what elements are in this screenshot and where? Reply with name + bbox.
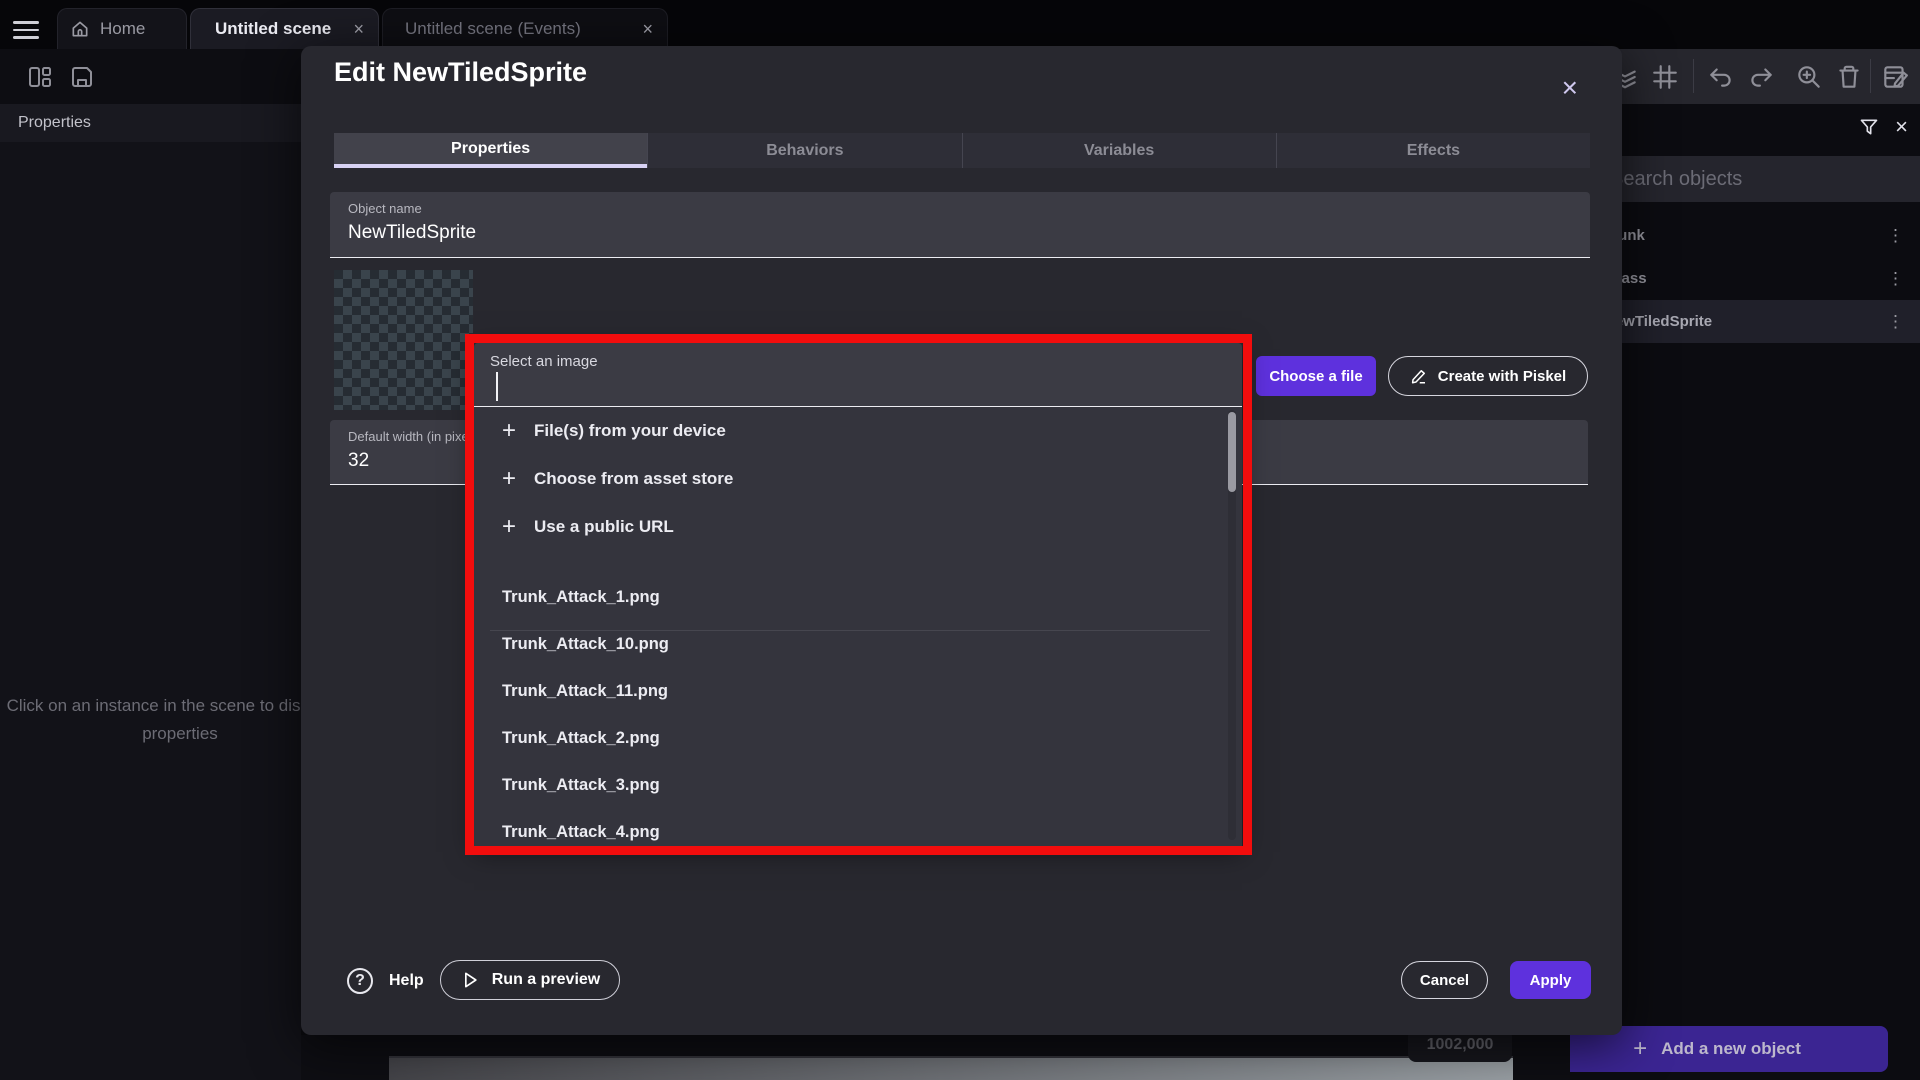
close-panel-icon[interactable]: × [1895, 116, 1908, 138]
redo-icon[interactable] [1746, 62, 1776, 92]
sprite-thumbnail-transparent[interactable] [334, 270, 473, 410]
file-option[interactable]: Trunk_Attack_1.png [474, 574, 1226, 621]
home-icon [70, 19, 90, 39]
run-preview-button[interactable]: Run a preview [440, 960, 620, 1000]
tab-home[interactable]: Home [57, 8, 187, 49]
tab-scene-label: Untitled scene [215, 19, 331, 39]
tab-untitled-scene-events[interactable]: Untitled scene (Events) × [382, 8, 668, 49]
select-image-label: Select an image [490, 353, 598, 370]
close-dialog-icon[interactable]: × [1562, 74, 1578, 102]
scene-canvas[interactable] [389, 1056, 1513, 1080]
file-option[interactable]: Trunk_Attack_2.png [474, 715, 1226, 762]
text-caret [496, 372, 498, 401]
choose-a-file-button[interactable]: Choose a file [1256, 356, 1376, 396]
panels-layout-icon[interactable] [25, 62, 55, 92]
object-menu-icon[interactable]: ⋮ [1887, 226, 1904, 246]
properties-panel: Properties Click on an instance in the s… [0, 104, 301, 1080]
apply-button[interactable]: Apply [1510, 961, 1591, 999]
properties-panel-title: Properties [0, 104, 301, 142]
select-image-input[interactable]: Select an image [474, 343, 1242, 407]
top-tab-bar: Home Untitled scene × Untitled scene (Ev… [0, 0, 1920, 49]
edit-scene-sheet-icon[interactable] [1880, 62, 1910, 92]
object-menu-icon[interactable]: ⋮ [1887, 269, 1904, 289]
filter-icon[interactable] [1859, 117, 1879, 137]
toolbar-divider [1693, 59, 1694, 93]
object-menu-icon[interactable]: ⋮ [1887, 312, 1904, 332]
close-tab-icon[interactable]: × [642, 20, 653, 38]
object-row-grass[interactable]: Grass ⋮ [1570, 257, 1920, 300]
undo-icon[interactable] [1706, 62, 1736, 92]
plus-icon: + [1633, 1035, 1647, 1063]
scene-canvas-strip: 1002,000 [301, 1035, 1570, 1080]
object-row-newtiledsprite[interactable]: NewTiledSprite ⋮ [1570, 300, 1920, 343]
objects-panel: × Trunk ⋮ Grass ⋮ NewTiledSprite ⋮ + Add… [1570, 104, 1920, 1080]
tab-events-label: Untitled scene (Events) [405, 19, 581, 39]
scene-toolbar [1570, 49, 1920, 104]
trash-icon[interactable] [1834, 62, 1864, 92]
tab-variables[interactable]: Variables [962, 133, 1276, 168]
file-option[interactable]: Trunk_Attack_4.png [474, 809, 1226, 846]
dialog-title: Edit NewTiledSprite [334, 57, 587, 88]
gdevelop-editor: Home Untitled scene × Untitled scene (Ev… [0, 0, 1920, 1080]
tab-behaviors[interactable]: Behaviors [647, 133, 961, 168]
image-options-list: + File(s) from your device + Choose from… [474, 407, 1242, 846]
search-objects-input[interactable] [1596, 156, 1920, 202]
toolbar-divider [1870, 59, 1871, 93]
file-option[interactable]: Trunk_Attack_10.png [474, 621, 1226, 668]
cancel-button[interactable]: Cancel [1401, 961, 1488, 999]
help-icon: ? [347, 968, 373, 994]
object-name-field[interactable]: Object name NewTiledSprite [330, 192, 1590, 258]
option-choose-from-asset-store[interactable]: + Choose from asset store [474, 455, 1226, 503]
dialog-tabs: Properties Behaviors Variables Effects [334, 133, 1590, 168]
object-row-trunk[interactable]: Trunk ⋮ [1570, 214, 1920, 257]
create-with-piskel-button[interactable]: Create with Piskel [1388, 356, 1588, 396]
pencil-icon [1410, 367, 1428, 385]
object-name-value: NewTiledSprite [348, 222, 476, 244]
default-width-value: 32 [348, 450, 369, 472]
file-option[interactable]: Trunk_Attack_3.png [474, 762, 1226, 809]
plus-icon: + [498, 465, 520, 493]
grid-icon[interactable] [1650, 62, 1680, 92]
tab-effects[interactable]: Effects [1276, 133, 1590, 168]
select-image-dropdown: Select an image + File(s) from your devi… [474, 343, 1242, 846]
tab-home-label: Home [100, 19, 145, 39]
scrollbar-thumb[interactable] [1228, 412, 1236, 492]
plus-icon: + [498, 417, 520, 445]
option-files-from-device[interactable]: + File(s) from your device [474, 407, 1226, 455]
tab-untitled-scene[interactable]: Untitled scene × [190, 8, 379, 49]
plus-icon: + [498, 513, 520, 541]
play-icon [460, 970, 480, 990]
hamburger-menu-icon[interactable] [13, 21, 39, 39]
tab-properties[interactable]: Properties [334, 133, 647, 168]
object-name-label: Object name [348, 201, 422, 216]
close-tab-icon[interactable]: × [353, 20, 364, 38]
help-button[interactable]: ? Help [347, 968, 424, 994]
option-use-public-url[interactable]: + Use a public URL [474, 503, 1226, 551]
save-icon[interactable] [67, 62, 97, 92]
default-width-label: Default width (in pixels) [348, 429, 482, 444]
zoom-in-icon[interactable] [1794, 62, 1824, 92]
file-option[interactable]: Trunk_Attack_11.png [474, 668, 1226, 715]
